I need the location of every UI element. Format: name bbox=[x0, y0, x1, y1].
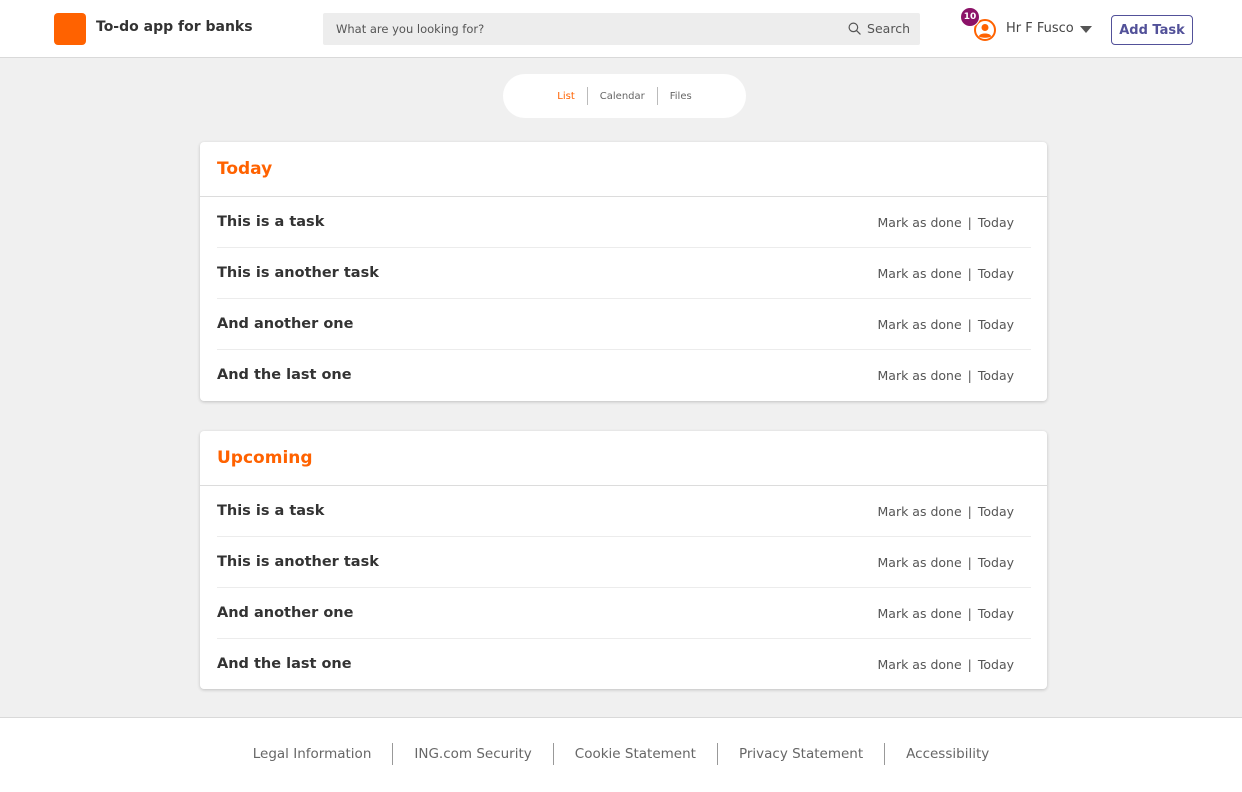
due-date: Today bbox=[977, 656, 1014, 672]
footer-link-accessibility[interactable]: Accessibility bbox=[885, 746, 1010, 762]
search-button-label: Search bbox=[867, 21, 910, 36]
task-title: This is another task bbox=[217, 554, 379, 570]
meta-separator: | bbox=[967, 605, 972, 621]
mark-as-done-link[interactable]: Mark as done bbox=[878, 657, 962, 672]
section-upcoming: Upcoming This is a task Mark as done | T… bbox=[200, 431, 1047, 689]
task-row[interactable]: And another one Mark as done | Today bbox=[217, 588, 1031, 639]
due-date: Today bbox=[977, 503, 1014, 519]
meta-separator: | bbox=[967, 656, 972, 672]
meta-separator: | bbox=[967, 367, 972, 383]
notification-badge[interactable]: 10 bbox=[960, 7, 980, 27]
search-bar: Search bbox=[323, 13, 920, 45]
section-header: Upcoming bbox=[200, 431, 1047, 486]
task-title: And another one bbox=[217, 605, 354, 621]
section-header: Today bbox=[200, 142, 1047, 197]
due-date: Today bbox=[977, 367, 1014, 383]
mark-as-done-link[interactable]: Mark as done bbox=[878, 504, 962, 519]
meta-separator: | bbox=[967, 503, 972, 519]
footer-link-privacy[interactable]: Privacy Statement bbox=[718, 746, 884, 762]
task-title: And the last one bbox=[217, 656, 352, 672]
task-meta: Mark as done | Today bbox=[878, 368, 1031, 383]
footer-links: Legal Information ING.com Security Cooki… bbox=[232, 742, 1010, 765]
mark-as-done-link[interactable]: Mark as done bbox=[878, 555, 962, 570]
task-title: This is a task bbox=[217, 214, 325, 230]
mark-as-done-link[interactable]: Mark as done bbox=[878, 266, 962, 281]
task-meta: Mark as done | Today bbox=[878, 657, 1031, 672]
tab-files[interactable]: Files bbox=[658, 91, 704, 102]
task-row[interactable]: This is another task Mark as done | Toda… bbox=[217, 537, 1031, 588]
task-title: And the last one bbox=[217, 367, 352, 383]
mark-as-done-link[interactable]: Mark as done bbox=[878, 215, 962, 230]
task-row[interactable]: And another one Mark as done | Today bbox=[217, 299, 1031, 350]
task-row[interactable]: This is a task Mark as done | Today bbox=[217, 197, 1031, 248]
meta-separator: | bbox=[967, 214, 972, 230]
task-row[interactable]: This is another task Mark as done | Toda… bbox=[217, 248, 1031, 299]
user-menu[interactable]: 10 Hr F Fusco bbox=[960, 7, 1100, 51]
due-date: Today bbox=[977, 554, 1014, 570]
tab-list[interactable]: List bbox=[545, 91, 586, 102]
footer-link-cookie[interactable]: Cookie Statement bbox=[554, 746, 717, 762]
task-meta: Mark as done | Today bbox=[878, 555, 1031, 570]
app-logo[interactable] bbox=[54, 13, 86, 45]
footer-link-security[interactable]: ING.com Security bbox=[393, 746, 552, 762]
due-date: Today bbox=[977, 214, 1014, 230]
search-button[interactable]: Search bbox=[848, 21, 910, 36]
mark-as-done-link[interactable]: Mark as done bbox=[878, 606, 962, 621]
due-date: Today bbox=[977, 316, 1014, 332]
task-meta: Mark as done | Today bbox=[878, 504, 1031, 519]
meta-separator: | bbox=[967, 554, 972, 570]
task-row[interactable]: And the last one Mark as done | Today bbox=[217, 639, 1031, 689]
tab-calendar[interactable]: Calendar bbox=[588, 91, 657, 102]
due-date: Today bbox=[977, 265, 1014, 281]
footer-link-legal[interactable]: Legal Information bbox=[232, 746, 393, 762]
top-header: To-do app for banks Search 10 Hr F Fusco… bbox=[0, 0, 1242, 58]
task-title: This is another task bbox=[217, 265, 379, 281]
task-list: This is a task Mark as done | Today This… bbox=[200, 197, 1047, 400]
task-title: And another one bbox=[217, 316, 354, 332]
task-row[interactable]: This is a task Mark as done | Today bbox=[217, 486, 1031, 537]
page-footer: Legal Information ING.com Security Cooki… bbox=[0, 717, 1242, 792]
view-switcher: List Calendar Files bbox=[503, 74, 746, 118]
task-row[interactable]: And the last one Mark as done | Today bbox=[217, 350, 1031, 400]
search-icon bbox=[848, 22, 861, 35]
add-task-button[interactable]: Add Task bbox=[1111, 15, 1193, 45]
search-input[interactable] bbox=[323, 13, 823, 45]
task-title: This is a task bbox=[217, 503, 325, 519]
caret-down-icon[interactable] bbox=[1080, 26, 1092, 33]
meta-separator: | bbox=[967, 265, 972, 281]
due-date: Today bbox=[977, 605, 1014, 621]
mark-as-done-link[interactable]: Mark as done bbox=[878, 368, 962, 383]
task-meta: Mark as done | Today bbox=[878, 215, 1031, 230]
task-list: This is a task Mark as done | Today This… bbox=[200, 486, 1047, 689]
task-meta: Mark as done | Today bbox=[878, 606, 1031, 621]
task-meta: Mark as done | Today bbox=[878, 317, 1031, 332]
app-title: To-do app for banks bbox=[96, 19, 253, 35]
section-title: Upcoming bbox=[217, 448, 313, 468]
meta-separator: | bbox=[967, 316, 972, 332]
user-name: Hr F Fusco bbox=[1006, 21, 1074, 36]
task-meta: Mark as done | Today bbox=[878, 266, 1031, 281]
mark-as-done-link[interactable]: Mark as done bbox=[878, 317, 962, 332]
section-title: Today bbox=[217, 159, 273, 179]
section-today: Today This is a task Mark as done | Toda… bbox=[200, 142, 1047, 401]
